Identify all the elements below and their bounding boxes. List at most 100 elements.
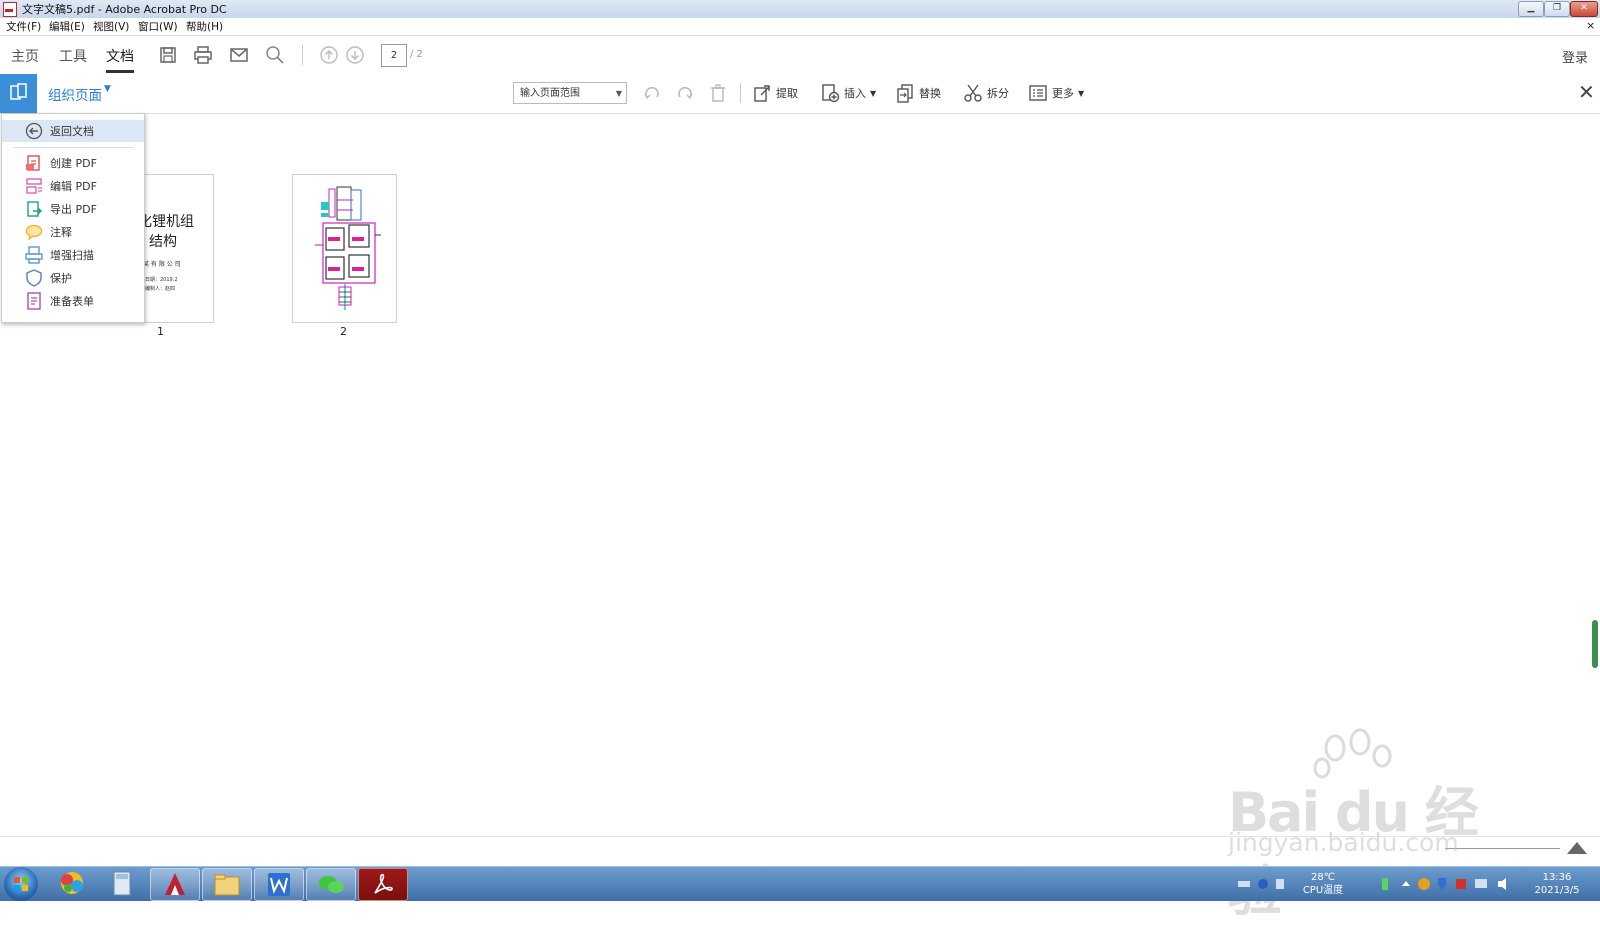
more-button[interactable]: 更多 ▼ xyxy=(1028,83,1084,103)
login-link[interactable]: 登录 xyxy=(1562,47,1588,66)
taskbar-app-calculator[interactable] xyxy=(98,868,146,899)
menu-view[interactable]: 视图(V) xyxy=(93,19,129,34)
acrobat-icon xyxy=(374,873,393,894)
save-icon[interactable] xyxy=(158,45,178,65)
protect-item[interactable]: 保护 xyxy=(2,267,144,289)
menu-window[interactable]: 窗口(W) xyxy=(138,19,178,34)
tab-document[interactable]: 文档 xyxy=(106,46,134,66)
dropdown-arrow-icon: ▼ xyxy=(615,89,622,98)
extract-icon xyxy=(754,85,770,102)
replace-button[interactable]: 替换 xyxy=(895,83,941,103)
more-label: 更多 xyxy=(1052,87,1074,100)
page2-diagram-image xyxy=(315,186,381,310)
active-tab-indicator xyxy=(106,70,134,73)
page1-author: 编制人：赵四 xyxy=(145,286,176,292)
cpu-temp-label: CPU温度 xyxy=(1302,885,1344,896)
close-window-button[interactable]: ✕ xyxy=(1570,1,1598,17)
toolbar-separator xyxy=(302,45,303,65)
page-range-select[interactable]: 输入页面范围 ▼ xyxy=(513,82,627,104)
comment-item[interactable]: 注释 xyxy=(2,221,144,243)
export-pdf-icon xyxy=(27,201,42,217)
enhance-scan-label: 增强扫描 xyxy=(50,249,94,262)
colorful-app-icon xyxy=(61,872,83,894)
protect-label: 保护 xyxy=(50,272,72,285)
form-icon xyxy=(27,292,41,310)
taskbar-app-explorer[interactable] xyxy=(202,868,252,901)
more-list-icon xyxy=(1029,85,1047,101)
extract-label: 提取 xyxy=(776,87,798,100)
edit-pdf-label: 编辑 PDF xyxy=(50,180,97,193)
edit-pdf-icon xyxy=(26,178,42,194)
notification-tray-icons[interactable] xyxy=(1380,876,1515,892)
search-icon[interactable] xyxy=(265,45,285,65)
replace-page-icon xyxy=(897,84,913,103)
chevron-down-icon: ▼ xyxy=(1078,88,1085,98)
split-button[interactable]: 拆分 xyxy=(963,83,1009,103)
vertical-scrollbar-thumb[interactable] xyxy=(1592,620,1598,668)
tab-tools[interactable]: 工具 xyxy=(59,46,87,66)
chevron-down-icon: ▼ xyxy=(870,88,877,98)
taskbar-app-wechat[interactable] xyxy=(306,868,356,901)
rotate-left-icon[interactable] xyxy=(642,83,662,103)
tab-home[interactable]: 主页 xyxy=(11,46,39,66)
next-page-icon[interactable] xyxy=(345,45,365,65)
page-thumbnail-2[interactable] xyxy=(292,174,397,323)
acrobat-app-icon xyxy=(3,2,17,17)
create-pdf-item[interactable]: 创建 PDF xyxy=(2,152,144,174)
zoom-in-icon[interactable] xyxy=(1567,842,1587,854)
clock[interactable]: 13:36 2021/3/5 xyxy=(1528,871,1586,897)
close-document-icon[interactable]: × xyxy=(1586,19,1595,32)
enhance-scan-item[interactable]: 增强扫描 xyxy=(2,244,144,266)
clock-time: 13:36 xyxy=(1542,872,1572,883)
menu-edit[interactable]: 编辑(E) xyxy=(49,19,85,34)
back-to-document-item[interactable]: 返回文档 xyxy=(2,120,144,142)
restore-button[interactable]: ❐ xyxy=(1544,1,1570,17)
export-pdf-item[interactable]: 导出 PDF xyxy=(2,198,144,220)
cpu-temp-value: 28℃ xyxy=(1311,872,1335,883)
toolbar-separator xyxy=(740,83,741,103)
taskbar-app-autocad[interactable] xyxy=(150,868,200,901)
back-arrow-icon xyxy=(25,122,43,140)
menu-help[interactable]: 帮助(H) xyxy=(186,19,223,34)
scan-icon xyxy=(25,246,43,264)
email-icon[interactable] xyxy=(229,45,249,65)
organize-pages-title[interactable]: 组织页面 xyxy=(48,84,102,104)
print-icon[interactable] xyxy=(193,45,213,65)
taskbar-app-wps[interactable] xyxy=(254,868,304,901)
prepare-form-item[interactable]: 准备表单 xyxy=(2,290,144,312)
extract-button[interactable]: 提取 xyxy=(752,83,798,103)
cpu-temperature: 28℃ CPU温度 xyxy=(1298,871,1348,897)
previous-page-icon[interactable] xyxy=(319,45,339,65)
menu-divider xyxy=(14,147,134,148)
taskbar-app-acrobat[interactable] xyxy=(358,868,408,901)
edit-pdf-item[interactable]: 编辑 PDF xyxy=(2,175,144,197)
minimize-button[interactable]: ▁ xyxy=(1518,1,1544,17)
window-title-bar: 文字文稿5.pdf - Adobe Acrobat Pro DC ▁ ❐ ✕ xyxy=(0,0,1600,19)
close-organize-icon[interactable]: ✕ xyxy=(1578,82,1595,102)
word-icon xyxy=(268,873,290,896)
page-total: / 2 xyxy=(410,49,423,60)
start-button[interactable] xyxy=(4,867,38,901)
page-number-label-1: 1 xyxy=(157,325,164,338)
back-to-document-label: 返回文档 xyxy=(50,125,94,138)
windows-taskbar: 28℃ CPU温度 13:36 2021/3/5 xyxy=(0,866,1600,901)
scissors-icon xyxy=(964,84,982,102)
split-label: 拆分 xyxy=(987,87,1009,100)
organize-pages-tool-icon[interactable] xyxy=(0,74,37,113)
comment-icon xyxy=(25,224,43,241)
page-number-input[interactable]: 2 xyxy=(381,44,407,67)
chevron-down-icon[interactable]: ▼ xyxy=(104,84,111,94)
insert-button[interactable]: 插入 ▼ xyxy=(820,83,876,103)
create-pdf-label: 创建 PDF xyxy=(50,157,97,170)
main-toolbar: 主页 工具 文档 2 / 2 登录 xyxy=(0,36,1600,75)
menu-file[interactable]: 文件(F) xyxy=(6,19,41,34)
page1-company: 某 有 限 公 司 xyxy=(143,261,181,268)
organize-pages-toolbar: 组织页面 ▼ 输入页面范围 ▼ 提取 插入 ▼ 替换 拆分 更多 ▼ ✕ xyxy=(0,74,1600,114)
taskbar-app-chrome[interactable] xyxy=(48,868,96,899)
delete-icon[interactable] xyxy=(708,83,728,103)
page-range-placeholder: 输入页面范围 xyxy=(520,88,580,99)
rotate-right-icon[interactable] xyxy=(675,83,695,103)
export-pdf-label: 导出 PDF xyxy=(50,203,97,216)
organize-dropdown-menu: 返回文档 创建 PDF 编辑 PDF 导出 PDF 注释 增强扫描 保护 准备表… xyxy=(1,113,145,323)
create-pdf-icon xyxy=(26,155,40,171)
